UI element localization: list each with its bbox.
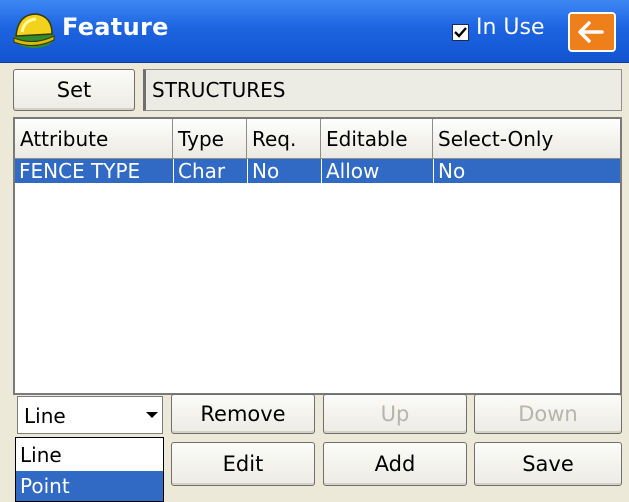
in-use-label: In Use [476,15,545,40]
down-button[interactable]: Down [474,394,622,434]
cell-attribute: FENCE TYPE [19,159,141,183]
remove-button[interactable]: Remove [171,394,315,434]
table-row[interactable]: FENCE TYPE Char No Allow No [15,159,620,183]
edit-button[interactable]: Edit [171,442,315,486]
cell-editable: Allow [321,159,433,183]
cell-req: No [247,159,321,183]
option-line[interactable]: Line [16,440,163,470]
option-point[interactable]: Point [16,471,163,501]
column-header-req[interactable]: Req. [247,119,321,159]
checkmark-icon [454,27,467,38]
column-header-select-only[interactable]: Select-Only [433,119,620,159]
save-button[interactable]: Save [474,442,622,486]
hard-hat-icon [13,13,55,48]
column-header-attribute[interactable]: Attribute [15,119,173,159]
title-bar: Feature In Use [0,0,629,63]
geometry-type-options: Line Point [15,437,164,502]
in-use-checkbox[interactable] [452,24,469,41]
window-title: Feature [62,13,169,41]
add-button[interactable]: Add [323,442,467,486]
back-button[interactable] [568,12,616,52]
feature-name-field: STRUCTURES [143,69,622,111]
attribute-table[interactable]: Attribute Type Req. Editable Select-Only… [13,117,622,395]
cell-select-only: No [433,159,620,183]
up-button[interactable]: Up [323,394,467,434]
column-header-type[interactable]: Type [173,119,247,159]
column-header-editable[interactable]: Editable [321,119,433,159]
set-button[interactable]: Set [13,69,135,111]
cell-type: Char [173,159,247,183]
left-arrow-icon [578,21,604,43]
geometry-type-select[interactable]: Line [17,396,163,434]
chevron-down-icon[interactable] [141,397,163,433]
geometry-type-value: Line [24,404,66,428]
table-header: Attribute Type Req. Editable Select-Only [15,119,620,159]
